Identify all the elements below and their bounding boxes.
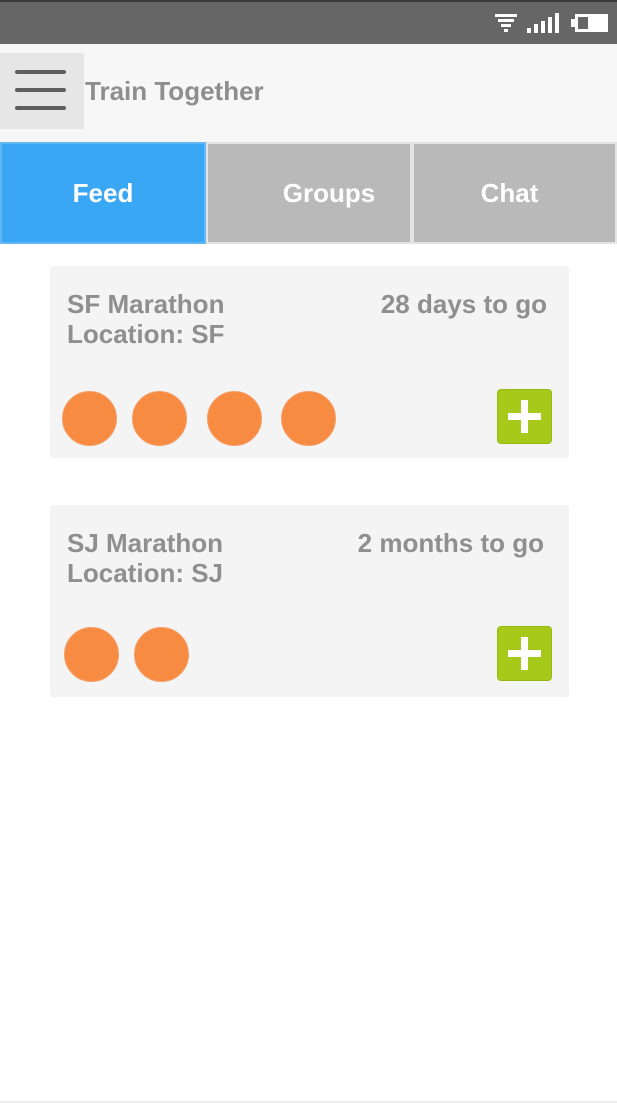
- participant-avatar[interactable]: [134, 627, 189, 682]
- participant-avatar[interactable]: [62, 391, 117, 446]
- join-event-button[interactable]: [497, 389, 552, 444]
- event-location: Location: SF: [67, 319, 225, 349]
- participant-avatar[interactable]: [64, 627, 119, 682]
- event-title: SF Marathon: [67, 289, 225, 319]
- app-title: Train Together: [85, 76, 264, 106]
- participant-avatar[interactable]: [132, 391, 187, 446]
- participant-avatar[interactable]: [281, 391, 336, 446]
- event-title: SJ Marathon: [67, 528, 224, 558]
- tab-groups[interactable]: Groups: [206, 142, 412, 244]
- event-card[interactable]: SJ Marathon Location: SJ 2 months to go: [50, 505, 569, 697]
- status-bar: [0, 0, 617, 44]
- menu-button[interactable]: [0, 53, 84, 129]
- app-bar: Train Together: [0, 44, 617, 142]
- tab-bar: Feed Groups Chat: [0, 142, 617, 244]
- tab-feed[interactable]: Feed: [0, 142, 206, 244]
- join-event-button[interactable]: [497, 626, 552, 681]
- wifi-icon: [495, 14, 517, 32]
- event-location: Location: SJ: [67, 558, 224, 588]
- signal-icon: [527, 13, 559, 33]
- event-countdown: 2 months to go: [357, 528, 544, 558]
- battery-icon: [571, 14, 608, 32]
- tab-chat[interactable]: Chat: [412, 142, 617, 244]
- participant-avatar[interactable]: [207, 391, 262, 446]
- event-card[interactable]: SF Marathon Location: SF 28 days to go: [50, 266, 569, 458]
- event-countdown: 28 days to go: [380, 289, 547, 319]
